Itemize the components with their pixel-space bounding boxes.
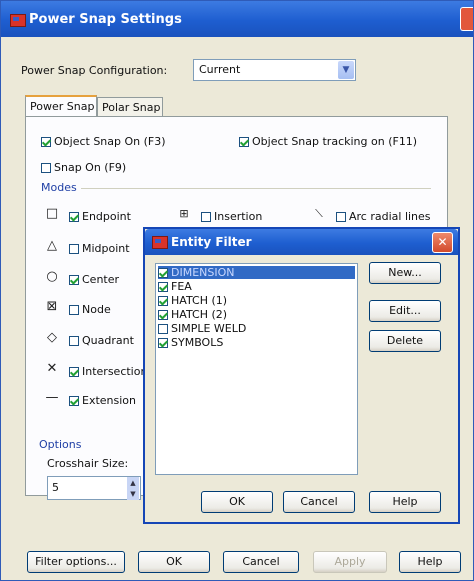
mode-label: Arc radial lines: [349, 210, 431, 223]
object-snap-tracking-checkbox[interactable]: Object Snap tracking on (F11): [239, 135, 417, 148]
checkbox[interactable]: [158, 310, 168, 320]
mode-endpoint[interactable]: Endpoint: [69, 210, 131, 223]
dash-icon: —: [45, 390, 59, 405]
mode-label: Node: [82, 303, 111, 316]
mode-intersection[interactable]: Intersection: [69, 365, 147, 378]
modes-divider: [41, 188, 431, 189]
help-button[interactable]: Help: [399, 551, 461, 573]
checkbox[interactable]: [201, 212, 211, 222]
app-icon: [152, 236, 168, 249]
object-snap-on-checkbox[interactable]: Object Snap On (F3): [41, 135, 166, 148]
crosshair-size-label: Crosshair Size:: [47, 457, 129, 470]
list-item-label: HATCH (2): [171, 308, 228, 321]
mode-label: Quadrant: [82, 334, 134, 347]
config-label: Power Snap Configuration:: [21, 64, 168, 77]
dialog-help-button[interactable]: Help: [369, 491, 441, 513]
mode-label: Center: [82, 273, 120, 286]
checkbox[interactable]: [69, 367, 79, 377]
mode-label: Midpoint: [82, 242, 130, 255]
list-item[interactable]: HATCH (2): [158, 308, 355, 321]
dialog-ok-button[interactable]: OK: [201, 491, 273, 513]
list-item-label: DIMENSION: [171, 266, 235, 279]
diamond-icon: ◇: [47, 330, 57, 345]
apply-button[interactable]: Apply: [313, 551, 387, 573]
ok-button[interactable]: OK: [138, 551, 210, 573]
app-icon: [10, 14, 26, 27]
new-button[interactable]: New...: [369, 262, 441, 284]
list-item-label: FEA: [171, 280, 192, 293]
mode-quadrant[interactable]: Quadrant: [69, 334, 134, 347]
config-value: Current: [199, 63, 241, 76]
mode-label: Extension: [82, 394, 137, 407]
entity-filter-dialog: Entity Filter ✕ DIMENSION FEA HATCH (1) …: [143, 227, 460, 524]
list-item[interactable]: SIMPLE WELD: [158, 322, 355, 335]
close-icon[interactable]: [460, 7, 473, 31]
mode-label: Endpoint: [82, 210, 131, 223]
entity-list[interactable]: DIMENSION FEA HATCH (1) HATCH (2) SIMPLE…: [155, 263, 358, 475]
close-icon[interactable]: ✕: [432, 232, 453, 253]
checkbox[interactable]: [158, 282, 168, 292]
checkbox[interactable]: [41, 137, 51, 147]
node-icon: ⊠: [46, 299, 58, 314]
window-title: Power Snap Settings: [29, 12, 182, 27]
checkbox[interactable]: [69, 305, 79, 315]
checkbox[interactable]: [69, 336, 79, 346]
snap-on-checkbox[interactable]: Snap On (F9): [41, 161, 126, 174]
checkbox-label: Object Snap tracking on (F11): [252, 135, 418, 148]
checkbox[interactable]: [239, 137, 249, 147]
cross-icon: ✕: [46, 361, 58, 376]
checkbox[interactable]: [69, 212, 79, 222]
edit-button[interactable]: Edit...: [369, 300, 441, 322]
list-item[interactable]: FEA: [158, 280, 355, 293]
chevron-down-icon[interactable]: ▼: [338, 61, 354, 79]
mode-label: Intersection: [82, 365, 148, 378]
checkbox[interactable]: [158, 268, 168, 278]
triangle-icon: △: [47, 238, 57, 253]
checkbox[interactable]: [69, 396, 79, 406]
modes-group-label: Modes: [41, 181, 81, 194]
config-select[interactable]: Current ▼: [193, 59, 356, 81]
circle-icon: ○: [46, 269, 58, 284]
delete-button[interactable]: Delete: [369, 330, 441, 352]
checkbox-label: Object Snap On (F3): [54, 135, 166, 148]
checkbox[interactable]: [69, 275, 79, 285]
checkbox[interactable]: [69, 244, 79, 254]
mode-extension[interactable]: Extension: [69, 394, 136, 407]
options-group-label: Options: [39, 438, 86, 451]
insertion-icon: ⊞: [179, 207, 189, 220]
entity-filter-titlebar[interactable]: Entity Filter ✕: [145, 229, 458, 255]
filter-options-button[interactable]: Filter options...: [27, 551, 125, 573]
arc-radial-icon: ⟍: [315, 207, 323, 220]
list-item-label: SIMPLE WELD: [171, 322, 247, 335]
checkbox[interactable]: [158, 296, 168, 306]
tab-power-snap[interactable]: Power Snap: [25, 95, 97, 117]
mode-center[interactable]: Center: [69, 273, 119, 286]
mode-arc-radial-lines[interactable]: Arc radial lines: [336, 210, 431, 223]
crosshair-size-value: 5: [52, 481, 59, 494]
tab-label: Power Snap: [30, 100, 95, 113]
list-item[interactable]: DIMENSION: [158, 266, 355, 279]
tab-label: Polar Snap: [102, 101, 161, 114]
spin-down-icon[interactable]: ▼: [127, 488, 139, 500]
mode-node[interactable]: Node: [69, 303, 111, 316]
cancel-button[interactable]: Cancel: [223, 551, 299, 573]
tab-polar-snap[interactable]: Polar Snap: [97, 97, 163, 117]
list-item-label: SYMBOLS: [171, 336, 224, 349]
list-item-label: HATCH (1): [171, 294, 228, 307]
list-item[interactable]: SYMBOLS: [158, 336, 355, 349]
dialog-title: Entity Filter: [171, 235, 252, 249]
mode-label: Insertion: [214, 210, 263, 223]
checkbox[interactable]: [41, 163, 51, 173]
dialog-cancel-button[interactable]: Cancel: [283, 491, 355, 513]
main-titlebar[interactable]: Power Snap Settings: [1, 1, 473, 37]
square-icon: □: [45, 206, 59, 221]
checkbox-label: Snap On (F9): [54, 161, 127, 174]
list-item[interactable]: HATCH (1): [158, 294, 355, 307]
mode-midpoint[interactable]: Midpoint: [69, 242, 130, 255]
checkbox[interactable]: [158, 324, 168, 334]
crosshair-size-stepper[interactable]: 5 ▲ ▼: [47, 476, 141, 500]
checkbox[interactable]: [336, 212, 346, 222]
mode-insertion[interactable]: Insertion: [201, 210, 262, 223]
checkbox[interactable]: [158, 338, 168, 348]
